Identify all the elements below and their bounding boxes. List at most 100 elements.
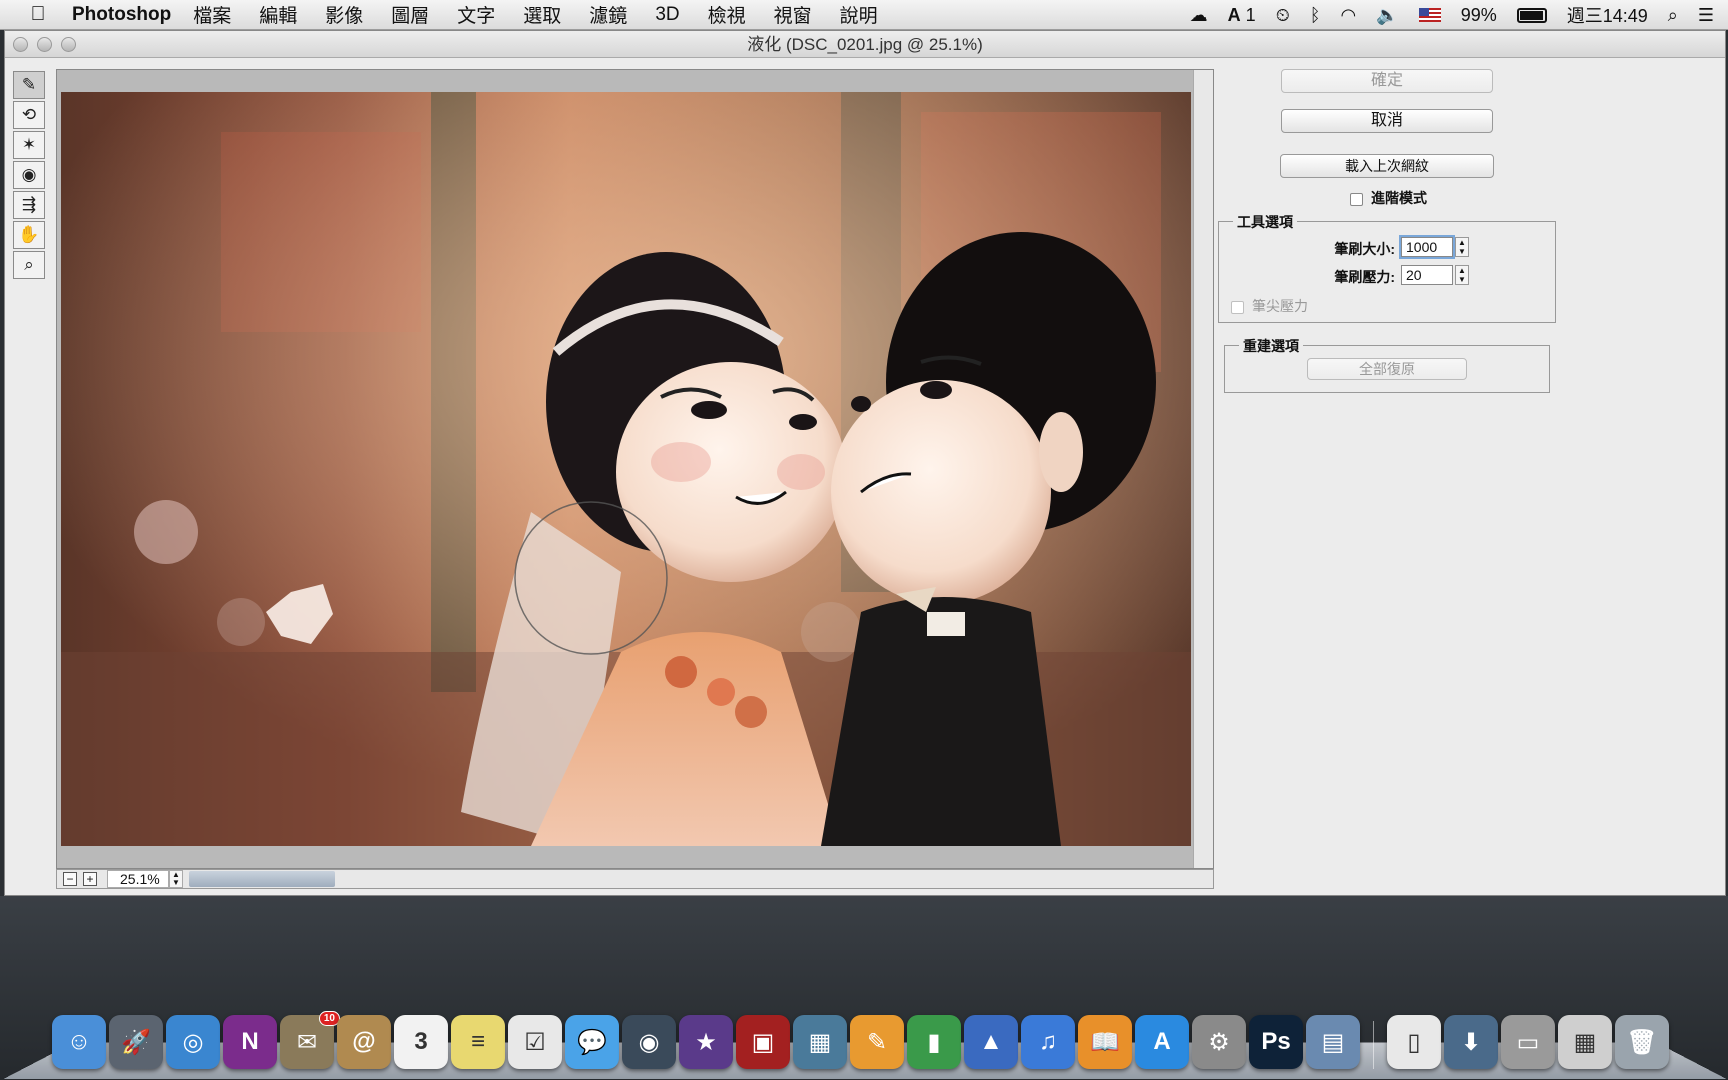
forward-warp-tool[interactable]: ✎ bbox=[13, 71, 45, 99]
applications-stack-icon[interactable]: ▦ bbox=[1558, 1015, 1612, 1069]
hand-tool[interactable]: ✋ bbox=[13, 221, 45, 249]
itunes-icon[interactable]: ♫ bbox=[1021, 1015, 1075, 1069]
battery-icon[interactable] bbox=[1516, 7, 1547, 23]
brush-pressure-stepper[interactable]: ▲ ▼ bbox=[1455, 265, 1469, 285]
title-bar[interactable]: 液化 (DSC_0201.jpg @ 25.1%) bbox=[5, 31, 1725, 58]
desktop-stack-icon[interactable]: ▭ bbox=[1501, 1015, 1555, 1069]
menu-edit[interactable]: 編輯 bbox=[259, 1, 297, 28]
ibooks-icon[interactable]: 📖 bbox=[1078, 1015, 1132, 1069]
restore-all-button[interactable]: 全部復原 bbox=[1307, 358, 1467, 380]
menu-view[interactable]: 檢視 bbox=[708, 1, 746, 28]
adobe-notifications[interactable]: A 1 bbox=[1228, 5, 1256, 26]
menu-layer[interactable]: 圖層 bbox=[391, 1, 429, 28]
onenote-icon[interactable]: N bbox=[223, 1015, 277, 1069]
brush-size-stepper[interactable]: ▲ ▼ bbox=[1455, 237, 1469, 257]
status-area: ☁ A 1 ⏲ ᛒ ◠ 🔈 99% 週三14:49 ⌕ ☰ bbox=[1190, 0, 1714, 30]
system-preferences-icon[interactable]: ⚙ bbox=[1192, 1015, 1246, 1069]
safari-icon[interactable]: ◎ bbox=[166, 1015, 220, 1069]
minimize-button[interactable] bbox=[37, 37, 52, 52]
notification-center-icon[interactable]: ☰ bbox=[1698, 5, 1714, 26]
zoom-level-field[interactable]: 25.1% bbox=[107, 870, 169, 888]
pucker-tool[interactable]: ✶ bbox=[13, 131, 45, 159]
keynote-icon[interactable]: ▲ bbox=[964, 1015, 1018, 1069]
advanced-mode-checkbox[interactable] bbox=[1350, 192, 1363, 206]
battery-percent[interactable]: 99% bbox=[1461, 5, 1497, 26]
creative-cloud-icon[interactable]: ☁ bbox=[1190, 5, 1208, 26]
menu-file[interactable]: 檔案 bbox=[193, 1, 231, 28]
notes-icon[interactable]: ≡ bbox=[451, 1015, 505, 1069]
volume-icon[interactable]: 🔈 bbox=[1376, 5, 1398, 26]
zoom-level-stepper[interactable]: ▲ ▼ bbox=[169, 870, 183, 888]
dock: ☺ 🚀 ◎ N ✉ 10 @3 ≡ ☑ 💬 ◉ ★ ▣ ▦ ✎ ▮ ▲ ♫ 📖 A ⚙ Ps ▤ ▯ ⬇ ▭ ▦ 🗑 bbox=[52, 1005, 1669, 1069]
zoom-in-button[interactable]: + bbox=[83, 872, 97, 886]
menu-type[interactable]: 文字 bbox=[457, 1, 495, 28]
app-menu[interactable]: Photoshop bbox=[72, 4, 171, 26]
brush-size-label: 筆刷大小: bbox=[1334, 241, 1395, 257]
ok-button[interactable]: 確定 bbox=[1281, 69, 1493, 93]
brush-pressure-field[interactable]: 20 bbox=[1401, 265, 1453, 285]
cancel-button[interactable]: 取消 bbox=[1281, 109, 1493, 133]
menu-window[interactable]: 視窗 bbox=[774, 1, 812, 28]
facetime-icon[interactable]: ◉ bbox=[622, 1015, 676, 1069]
stylus-pressure-label: 筆尖壓力 bbox=[1252, 298, 1308, 314]
pucker-icon: ✶ bbox=[21, 135, 37, 154]
zoom-button[interactable] bbox=[61, 37, 76, 52]
launchpad-icon[interactable]: 🚀 bbox=[109, 1015, 163, 1069]
stylus-pressure-checkbox[interactable] bbox=[1231, 300, 1244, 314]
calendar-icon[interactable]: 3 bbox=[394, 1015, 448, 1069]
finder-icon[interactable]: ☺ bbox=[52, 1015, 106, 1069]
horizontal-scrollbar-thumb[interactable] bbox=[189, 871, 335, 887]
menu-3d[interactable]: 3D bbox=[655, 4, 679, 26]
tool-options-legend: 工具選項 bbox=[1233, 212, 1297, 232]
bloat-icon: ◉ bbox=[21, 165, 37, 184]
documents-stack-icon[interactable]: ▯ bbox=[1387, 1015, 1441, 1069]
spotlight-search-icon[interactable]: ⌕ bbox=[1668, 5, 1678, 26]
messages-icon[interactable]: 💬 bbox=[565, 1015, 619, 1069]
photo-preview[interactable] bbox=[61, 92, 1191, 846]
push-left-tool[interactable]: ⇶ bbox=[13, 191, 45, 219]
trash-icon[interactable]: 🗑 bbox=[1615, 1015, 1669, 1069]
close-button[interactable] bbox=[13, 37, 28, 52]
brush-size-field[interactable]: 1000 bbox=[1401, 237, 1453, 257]
zoom-bar: − + 25.1% ▲ ▼ bbox=[56, 869, 1214, 889]
menu-filter[interactable]: 濾鏡 bbox=[589, 1, 627, 28]
reconstruct-tool[interactable]: ⟲ bbox=[13, 101, 45, 129]
brush-pressure-label: 筆刷壓力: bbox=[1334, 269, 1395, 285]
clock[interactable]: 週三14:49 bbox=[1567, 2, 1648, 28]
bluetooth-icon[interactable]: ᛒ bbox=[1310, 5, 1321, 26]
contacts-icon[interactable]: @ bbox=[337, 1015, 391, 1069]
apple-menu-icon[interactable]:  bbox=[18, 3, 58, 26]
menu-help[interactable]: 說明 bbox=[840, 1, 878, 28]
advanced-mode-option[interactable]: 進階模式 bbox=[1350, 188, 1427, 208]
stylus-pressure-option[interactable]: 筆尖壓力 bbox=[1231, 296, 1308, 316]
push-left-icon: ⇶ bbox=[21, 195, 37, 214]
app-store-icon[interactable]: A bbox=[1135, 1015, 1189, 1069]
imovie-icon[interactable]: ★ bbox=[679, 1015, 733, 1069]
tool-options-group: 工具選項 筆刷大小: 1000 ▲ ▼ 筆刷壓力: 20 ▲ ▼ 筆尖壓力 bbox=[1218, 212, 1556, 323]
downloads-stack-icon[interactable]: ⬇ bbox=[1444, 1015, 1498, 1069]
wifi-icon[interactable]: ◠ bbox=[1341, 5, 1357, 26]
zoom-out-button[interactable]: − bbox=[63, 872, 77, 886]
menu-image[interactable]: 影像 bbox=[325, 1, 363, 28]
advanced-mode-label: 進階模式 bbox=[1371, 190, 1427, 206]
mail-app-icon[interactable]: ✉ 10 bbox=[280, 1011, 340, 1069]
zoom-tool[interactable]: ⌕ bbox=[13, 251, 45, 279]
reconstruct-options-legend: 重建選項 bbox=[1239, 336, 1303, 356]
reminders-icon[interactable]: ☑ bbox=[508, 1015, 562, 1069]
dock-separator bbox=[1373, 1021, 1374, 1069]
menu-select[interactable]: 選取 bbox=[523, 1, 561, 28]
tool-column: ✎ ⟲ ✶ ◉ ⇶ ✋ ⌕ bbox=[13, 71, 47, 281]
menu-bar:  Photoshop 檔案 編輯 影像 圖層 文字 選取 濾鏡 3D 檢視 視… bbox=[0, 0, 1728, 30]
bloat-tool[interactable]: ◉ bbox=[13, 161, 45, 189]
input-source-flag-icon[interactable] bbox=[1418, 8, 1441, 22]
load-last-mesh-button[interactable]: 載入上次網紋 bbox=[1280, 154, 1494, 178]
preview-canvas[interactable] bbox=[56, 69, 1214, 869]
time-machine-icon[interactable]: ⏲ bbox=[1276, 5, 1290, 26]
vertical-scrollbar[interactable] bbox=[1193, 70, 1213, 868]
pages-icon[interactable]: ✎ bbox=[850, 1015, 904, 1069]
iphoto-icon[interactable]: ▦ bbox=[793, 1015, 847, 1069]
photoshop-icon[interactable]: Ps bbox=[1249, 1015, 1303, 1069]
numbers-icon[interactable]: ▮ bbox=[907, 1015, 961, 1069]
preview-icon[interactable]: ▤ bbox=[1306, 1015, 1360, 1069]
photo-booth-icon[interactable]: ▣ bbox=[736, 1015, 790, 1069]
